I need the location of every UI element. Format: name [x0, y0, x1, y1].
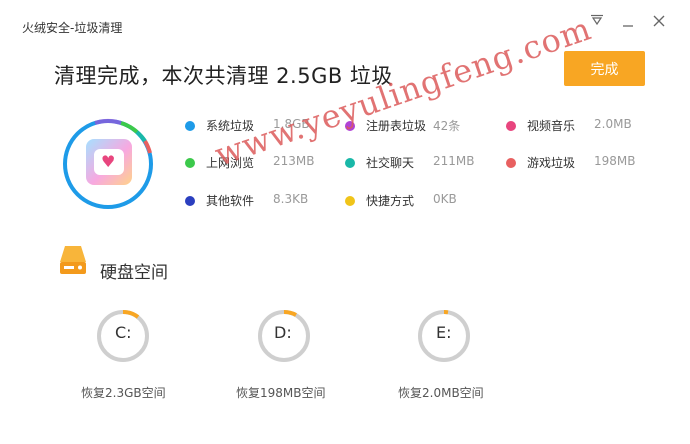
- drive-recovered-label: 恢复2.0MB空间: [398, 386, 484, 400]
- triangle-down-icon[interactable]: [589, 14, 605, 30]
- drive-c: C: 恢复2.3GB空间: [81, 306, 193, 416]
- category-dot: [506, 121, 516, 131]
- category-dot: [185, 196, 195, 206]
- category-item: 快捷方式 0KB: [345, 192, 495, 210]
- drive-letter: C:: [115, 323, 132, 342]
- minimize-icon[interactable]: [620, 14, 636, 30]
- category-item: 视频音乐 2.0MB: [506, 117, 666, 135]
- category-dot: [185, 121, 195, 131]
- category-dot: [185, 158, 195, 168]
- category-item: 其他软件 8.3KB: [185, 192, 335, 210]
- category-dot: [345, 158, 355, 168]
- drive-recovered-label: 恢复2.3GB空间: [81, 386, 166, 400]
- window-title: 火绒安全-垃圾清理: [22, 21, 123, 35]
- drive-letter: D:: [274, 323, 292, 342]
- category-dot: [506, 158, 516, 168]
- drive-e: E: 恢复2.0MB空间: [398, 306, 514, 416]
- category-dot: [345, 196, 355, 206]
- category-item: 游戏垃圾 198MB: [506, 154, 666, 172]
- drive-d: D: 恢复198MB空间: [236, 306, 354, 416]
- drive-letter: E:: [436, 323, 452, 342]
- close-icon[interactable]: [651, 14, 667, 30]
- disk-section-title: 硬盘空间: [100, 263, 168, 283]
- hard-disk-icon: [59, 244, 87, 276]
- drive-recovered-label: 恢复198MB空间: [236, 386, 326, 400]
- category-item: 社交聊天 211MB: [345, 154, 495, 172]
- huorong-clean-icon: ♥: [86, 139, 132, 185]
- summary-headline: 清理完成，本次共清理 2.5GB 垃圾: [54, 64, 393, 88]
- done-button[interactable]: 完成: [564, 51, 645, 86]
